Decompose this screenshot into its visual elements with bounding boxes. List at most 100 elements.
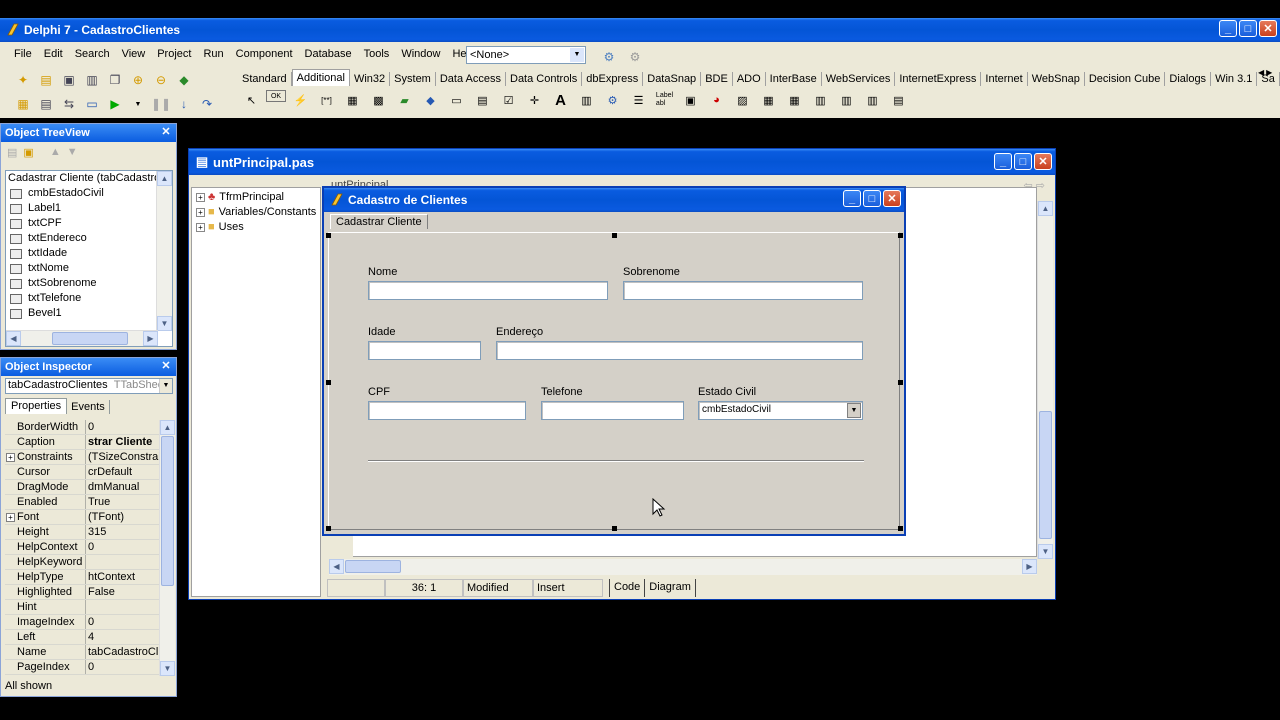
twilightcolormap-icon[interactable]: ▥	[861, 90, 884, 110]
palette-tab-datasnap[interactable]: DataSnap	[643, 72, 702, 86]
maximize-button[interactable]: □	[1014, 153, 1032, 170]
chart-icon[interactable]: ◕	[705, 90, 728, 110]
menu-component[interactable]: Component	[230, 48, 299, 60]
view-unit-icon[interactable]: ▦	[12, 93, 34, 115]
scroll-right-icon[interactable]: ▶	[1022, 559, 1037, 574]
property-value[interactable]	[86, 600, 159, 614]
standardcolormap-icon[interactable]: ▥	[835, 90, 858, 110]
txtNome-input[interactable]	[368, 281, 608, 300]
view-form-icon[interactable]: ▤	[35, 93, 57, 115]
property-row[interactable]: Constraints + (TSizeConstrain	[5, 450, 173, 465]
save-icon[interactable]: ▣	[58, 69, 80, 91]
property-row[interactable]: PageIndex 0	[5, 660, 173, 675]
tree-item[interactable]: txtEndereco	[6, 231, 172, 246]
tree-hscrollbar[interactable]: ◀ ▶	[6, 330, 158, 346]
menu-window[interactable]: Window	[395, 48, 446, 60]
txtSobrenome-input[interactable]	[623, 281, 863, 300]
expand-icon[interactable]: +	[196, 223, 205, 232]
selection-handle[interactable]	[326, 526, 331, 531]
menu-file[interactable]: File	[8, 48, 38, 60]
scroll-up-icon[interactable]: ▲	[157, 171, 172, 186]
property-row[interactable]: Font + (TFont)	[5, 510, 173, 525]
splitter-icon[interactable]: ✛	[523, 90, 546, 110]
chevron-down-icon[interactable]: ▼	[570, 48, 584, 62]
expand-icon[interactable]: +	[196, 193, 205, 202]
chevron-down-icon[interactable]: ▼	[847, 403, 861, 418]
inspector-object-combo[interactable]: tabCadastroClientes TTabSheet ▼	[5, 378, 173, 394]
stringgrid-icon[interactable]: ▦	[341, 90, 364, 110]
minimize-button[interactable]: _	[1219, 20, 1237, 37]
property-row[interactable]: HelpKeyword	[5, 555, 173, 570]
property-row[interactable]: Highlighted False	[5, 585, 173, 600]
selection-handle[interactable]	[898, 233, 903, 238]
explorer-item[interactable]: + ■ Variables/Constants	[192, 205, 320, 220]
tab-properties[interactable]: Properties	[5, 398, 68, 414]
controlbar-icon[interactable]: ▥	[575, 90, 598, 110]
open-icon[interactable]: ▤	[35, 69, 57, 91]
trace-into-icon[interactable]: ↓	[173, 93, 195, 115]
property-value[interactable]: 0	[86, 540, 159, 554]
scroll-down-icon[interactable]: ▼	[1038, 544, 1053, 559]
toggle-form-unit-icon[interactable]: ⇆	[58, 93, 80, 115]
actionmanager-icon[interactable]: ▨	[731, 90, 754, 110]
new-folder-icon[interactable]: ▣	[23, 146, 33, 159]
property-row[interactable]: Caption strar Cliente	[5, 435, 173, 450]
help-book-icon[interactable]: ◆	[173, 69, 195, 91]
add-file-icon[interactable]: ⊕	[127, 69, 149, 91]
pause-icon[interactable]: ❚❚	[150, 93, 172, 115]
menu-database[interactable]: Database	[299, 48, 358, 60]
property-row[interactable]: Cursor crDefault	[5, 465, 173, 480]
close-icon[interactable]: ✕	[160, 126, 172, 138]
property-row[interactable]: ImageIndex 0	[5, 615, 173, 630]
tree-item[interactable]: txtCPF	[6, 216, 172, 231]
bevel-icon[interactable]: ▭	[445, 90, 468, 110]
property-row[interactable]: HelpType htContext	[5, 570, 173, 585]
txtCPF-input[interactable]	[368, 401, 526, 420]
hscroll-thumb[interactable]	[345, 560, 401, 573]
palette-tab-win32[interactable]: Win32	[350, 72, 391, 86]
explorer-item[interactable]: + ♣ TfrmPrincipal	[192, 190, 320, 205]
property-row[interactable]: DragMode dmManual	[5, 480, 173, 495]
selection-handle[interactable]	[612, 526, 617, 531]
property-row[interactable]: Left 4	[5, 630, 173, 645]
actionmainmenubar-icon[interactable]: ▦	[757, 90, 780, 110]
palette-tab-data-controls[interactable]: Data Controls	[506, 72, 583, 86]
colorbox-icon[interactable]: ▣	[679, 90, 702, 110]
palette-tab-internet[interactable]: Internet	[981, 72, 1028, 86]
scrollbox-icon[interactable]: ▤	[471, 90, 494, 110]
palette-tab-bde[interactable]: BDE	[701, 72, 733, 86]
scroll-down-icon[interactable]: ▼	[157, 316, 172, 331]
property-value[interactable]: tabCadastroClie	[86, 645, 159, 659]
customizedlg-icon[interactable]: ▤	[887, 90, 910, 110]
tree-item[interactable]: Bevel1	[6, 306, 172, 321]
property-value[interactable]: dmManual	[86, 480, 159, 494]
menu-project[interactable]: Project	[151, 48, 197, 60]
property-value[interactable]: htContext	[86, 570, 159, 584]
menu-tools[interactable]: Tools	[358, 48, 396, 60]
arrow-up-icon[interactable]: ▲	[50, 146, 61, 159]
forward-arrow-icon[interactable]: ⇨	[1036, 180, 1045, 192]
tree-item[interactable]: Label1	[6, 201, 172, 216]
config-combo[interactable]: <None> ▼	[466, 46, 586, 64]
palette-tab-dbexpress[interactable]: dbExpress	[582, 72, 644, 86]
scroll-right-icon[interactable]: ▶	[143, 331, 158, 346]
image-icon[interactable]: ▰	[393, 90, 416, 110]
desktop-save-icon[interactable]: ⚙	[598, 46, 620, 68]
palette-tab-additional[interactable]: Additional	[291, 69, 350, 86]
palette-tab-decision-cube[interactable]: Decision Cube	[1085, 72, 1166, 86]
inspector-vscrollbar[interactable]: ▲ ▼	[159, 420, 175, 676]
palette-left-icon[interactable]: ◀	[1258, 68, 1264, 77]
labelededit-icon[interactable]: Label abl	[653, 90, 676, 110]
palette-tab-interbase[interactable]: InterBase	[766, 72, 822, 86]
actiontoolbar-icon[interactable]: ▦	[783, 90, 806, 110]
checklistbox-icon[interactable]: ☑	[497, 90, 520, 110]
selection-handle[interactable]	[326, 233, 331, 238]
property-row[interactable]: BorderWidth 0	[5, 420, 173, 435]
chevron-down-icon[interactable]: ▼	[159, 379, 172, 393]
menu-view[interactable]: View	[116, 48, 152, 60]
menu-edit[interactable]: Edit	[38, 48, 69, 60]
palette-right-icon[interactable]: ▶	[1266, 68, 1272, 77]
scroll-up-icon[interactable]: ▲	[160, 420, 175, 435]
tab-code[interactable]: Code	[609, 579, 644, 597]
cmbEstadoCivil-combo[interactable]: cmbEstadoCivil ▼	[698, 401, 863, 420]
